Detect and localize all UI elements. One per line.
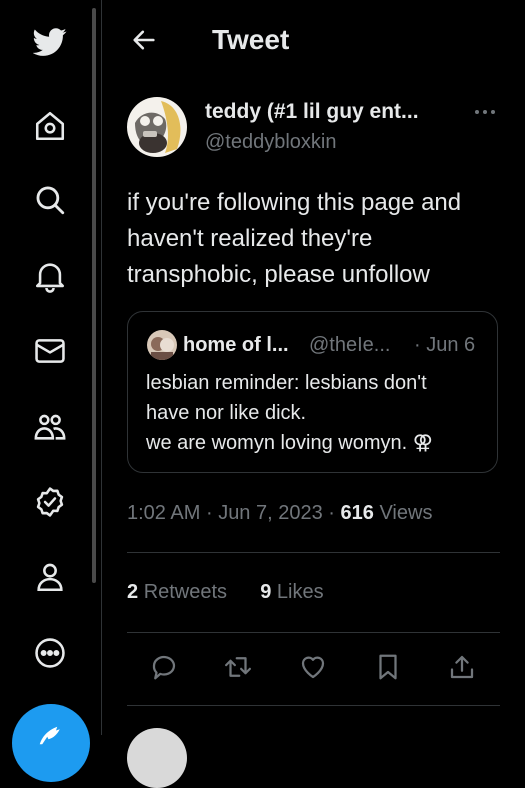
retweet-button[interactable] xyxy=(221,650,255,684)
author-handle[interactable]: @teddybloxkin xyxy=(205,131,336,154)
tweet-metadata: 1:02 AM · Jun 7, 2023 · 616 Views xyxy=(127,502,432,525)
tweet-time[interactable]: 1:02 AM xyxy=(127,502,200,524)
more-options-icon[interactable] xyxy=(470,100,500,124)
quoted-date: · Jun 6 xyxy=(414,334,476,356)
like-icon xyxy=(301,656,325,679)
bell-icon[interactable] xyxy=(26,252,74,300)
quoted-tweet[interactable]: home of l... @theIe... · Jun 6 lesbian r… xyxy=(127,311,498,473)
mail-icon[interactable] xyxy=(26,327,74,375)
compose-button[interactable] xyxy=(12,704,90,782)
retweets-link[interactable]: 2 Retweets xyxy=(127,581,227,603)
like-button[interactable] xyxy=(296,650,330,684)
views-label: Views xyxy=(379,502,433,524)
reply-icon xyxy=(152,655,176,680)
share-button[interactable] xyxy=(445,650,479,684)
likes-link[interactable]: 9 Likes xyxy=(260,581,323,603)
bookmark-icon xyxy=(379,654,397,680)
quoted-text: lesbian reminder: lesbians don't have no… xyxy=(146,368,491,458)
tweet-text-line: haven't realized they're xyxy=(127,225,373,252)
separator: · xyxy=(205,502,213,524)
tweet-text-line: transphobic, please unfollow xyxy=(127,261,430,288)
share-icon xyxy=(450,655,474,679)
communities-icon[interactable] xyxy=(26,403,74,451)
tweet-text-line: if you're following this page and xyxy=(127,189,462,216)
home-icon[interactable] xyxy=(26,102,74,150)
separator: · xyxy=(328,502,335,524)
header: Tweet xyxy=(102,0,525,80)
twitter-bird-icon[interactable] xyxy=(26,18,74,66)
engagement-stats: 2 Retweets 9 Likes xyxy=(127,581,324,604)
reply-avatar[interactable] xyxy=(127,728,187,788)
tweet-date[interactable]: Jun 7, 2023 xyxy=(218,502,323,524)
quoted-text-line: we are womyn loving womyn. ⚢ xyxy=(146,432,433,454)
sidebar xyxy=(0,0,100,782)
quoted-display-name: home of l... xyxy=(183,334,289,356)
likes-count: 9 xyxy=(260,581,272,603)
sidebar-scrollbar[interactable] xyxy=(92,8,96,583)
retweet-icon xyxy=(225,657,251,677)
author-display-name[interactable]: teddy (#1 lil guy ent... xyxy=(205,100,419,124)
author-avatar[interactable] xyxy=(127,97,187,157)
bookmark-button[interactable] xyxy=(371,650,405,684)
quoted-author-avatar xyxy=(147,330,177,360)
verified-icon[interactable] xyxy=(26,478,74,526)
search-icon[interactable] xyxy=(26,176,74,224)
page-title: Tweet xyxy=(212,24,290,55)
reply-button[interactable] xyxy=(147,650,181,684)
retweets-label: Retweets xyxy=(143,581,228,603)
divider xyxy=(127,632,500,633)
compose-icon xyxy=(39,726,60,745)
column-divider xyxy=(101,0,102,735)
quoted-handle: @theIe... xyxy=(309,334,391,356)
quoted-text-line: have nor like dick. xyxy=(146,402,307,424)
likes-label: Likes xyxy=(276,581,324,603)
more-circle-icon[interactable] xyxy=(26,629,74,677)
quoted-text-line: lesbian reminder: lesbians don't xyxy=(146,372,427,394)
back-arrow-icon[interactable] xyxy=(130,24,158,56)
divider xyxy=(127,552,500,553)
profile-icon[interactable] xyxy=(26,553,74,601)
divider xyxy=(127,705,500,706)
tweet-text: if you're following this page and haven'… xyxy=(127,185,507,293)
retweets-count: 2 xyxy=(127,581,139,603)
views-count: 616 xyxy=(340,502,374,524)
